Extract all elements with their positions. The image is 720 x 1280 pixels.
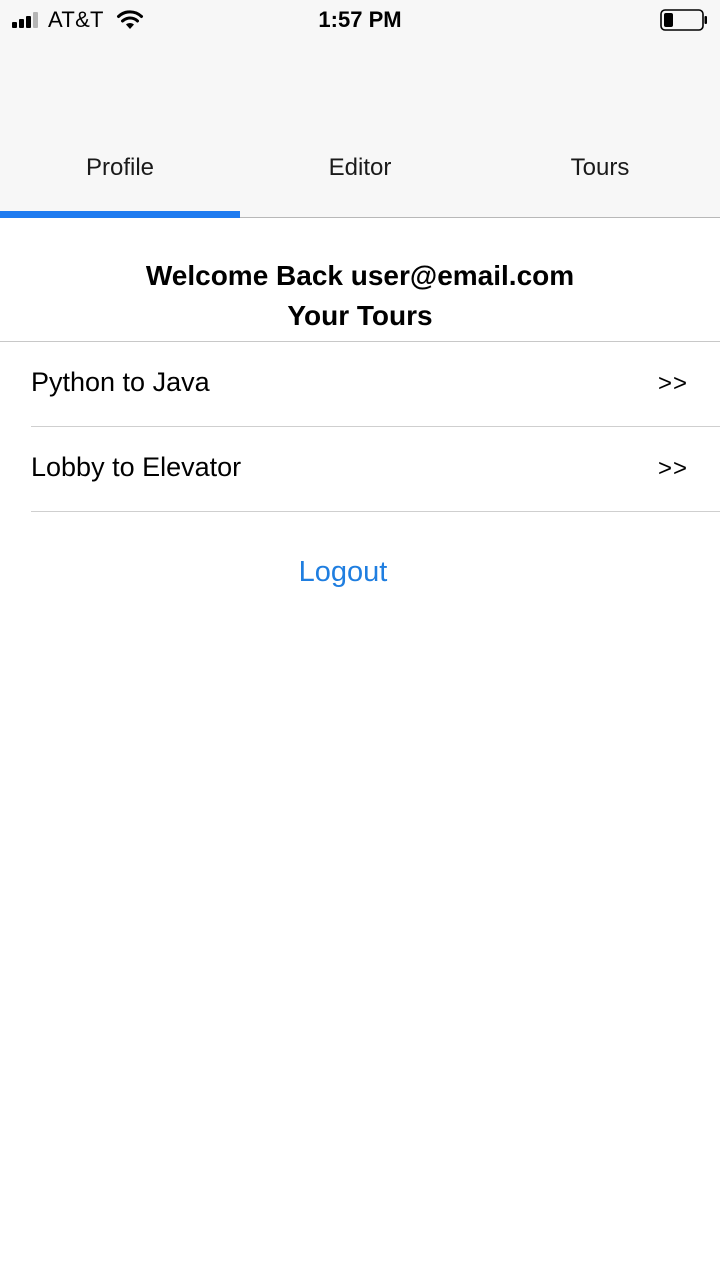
tours-list: Python to Java >> Lobby to Elevator >> bbox=[0, 341, 720, 512]
active-tab-indicator bbox=[0, 211, 240, 218]
tour-name: Lobby to Elevator bbox=[31, 452, 242, 482]
battery-icon bbox=[660, 9, 707, 31]
tour-name: Python to Java bbox=[31, 367, 210, 397]
header: Profile Editor Tours bbox=[0, 40, 720, 218]
chevron-right-icon: >> bbox=[657, 370, 688, 397]
tab-label: Editor bbox=[328, 154, 392, 181]
tab-label: Tours bbox=[570, 154, 630, 181]
list-item[interactable]: Lobby to Elevator >> bbox=[31, 427, 720, 512]
tab-tours[interactable]: Tours bbox=[480, 142, 720, 218]
status-bar: AT&T 1:57 PM bbox=[0, 0, 720, 40]
chevron-right-icon: >> bbox=[657, 455, 688, 482]
logout-button[interactable]: Logout bbox=[0, 556, 686, 589]
tab-bar: Profile Editor Tours bbox=[0, 142, 720, 218]
tab-profile[interactable]: Profile bbox=[0, 142, 240, 218]
tab-label: Profile bbox=[85, 154, 155, 181]
welcome-message: Welcome Back user@email.com bbox=[145, 260, 575, 291]
welcome-heading: Welcome Back user@email.com Your Tours bbox=[0, 256, 720, 336]
your-tours-title: Your Tours bbox=[287, 300, 433, 331]
tab-editor[interactable]: Editor bbox=[240, 142, 480, 218]
list-item[interactable]: Python to Java >> bbox=[31, 342, 720, 427]
status-time: 1:57 PM bbox=[318, 7, 402, 32]
